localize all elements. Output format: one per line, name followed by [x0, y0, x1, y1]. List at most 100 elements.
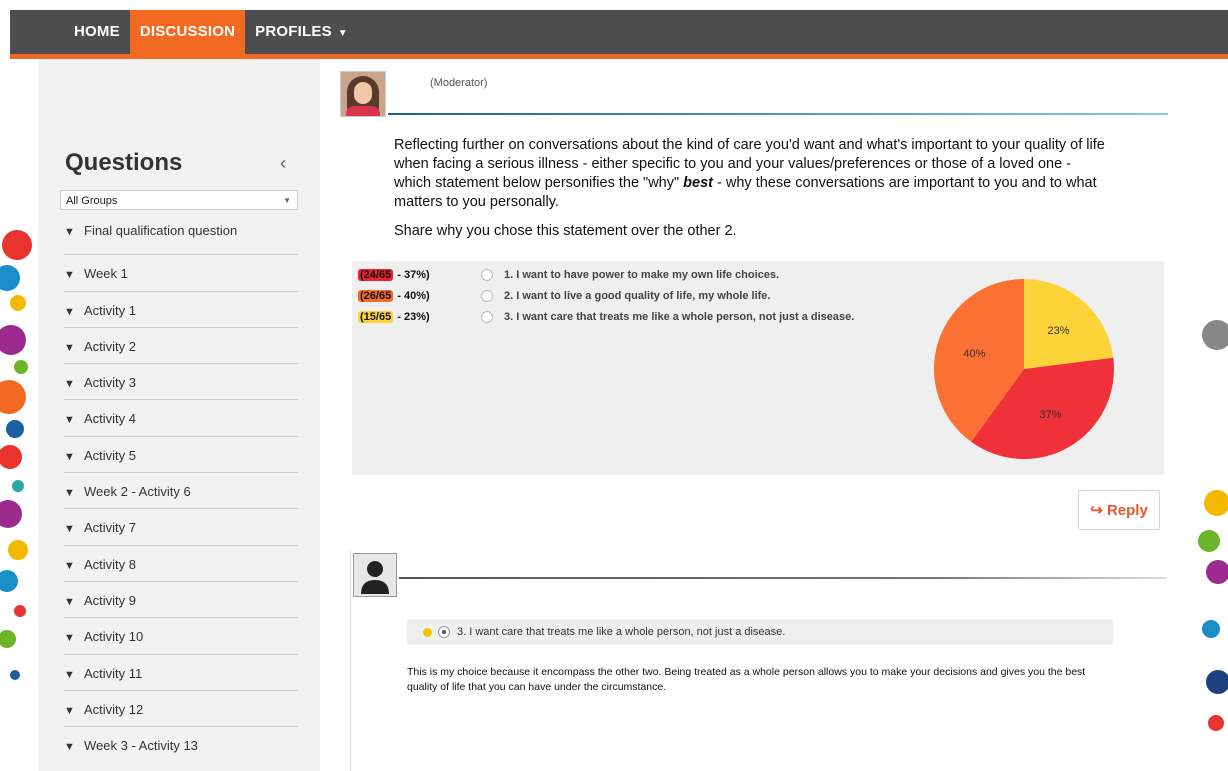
header-divider — [388, 113, 1168, 115]
decor-dot — [0, 570, 18, 592]
nav-discussion[interactable]: DISCUSSION — [129, 10, 246, 54]
question-item[interactable]: ▼ Activity 1 — [64, 292, 298, 328]
poll-radio[interactable] — [481, 290, 493, 302]
chevron-down-icon: ▼ — [64, 226, 75, 238]
decor-dot — [8, 540, 28, 560]
poll-radio[interactable] — [481, 311, 493, 323]
question-item-label: Activity 4 — [84, 411, 137, 427]
chevron-left-icon[interactable]: ‹ — [280, 153, 286, 174]
decor-dot — [0, 630, 16, 648]
question-item[interactable]: ▼ Week 3 - Activity 13 — [64, 727, 298, 763]
pie-slice-label: 23% — [1048, 325, 1070, 337]
decor-dot — [10, 295, 26, 311]
question-item-label: Activity 10 — [84, 629, 144, 645]
nav-home[interactable]: HOME — [64, 10, 130, 54]
chevron-down-icon: ▼ — [64, 305, 75, 318]
poll-option-text: 1. I want to have power to make my own l… — [504, 269, 780, 281]
question-item[interactable]: ▼ Activity 9 — [64, 582, 298, 619]
decor-dot — [0, 325, 26, 355]
poll-percent: - 23%) — [394, 311, 430, 323]
question-item-label: Final qualification question — [84, 223, 238, 238]
question-paragraph: Reflecting further on conversations abou… — [394, 136, 1106, 212]
avatar-face — [354, 82, 372, 104]
poll-results: (24/65 - 37%) 1. I want to have power to… — [352, 261, 1164, 475]
poll-option-count: (24/65 - 37%) — [358, 267, 476, 283]
nav-home-label: HOME — [74, 23, 120, 40]
chevron-down-icon: ▼ — [64, 269, 75, 282]
chevron-down-icon: ▼ — [64, 523, 75, 536]
decor-dot — [0, 380, 26, 414]
nav-profiles-label: PROFILES — [255, 23, 332, 40]
chevron-down-icon: ▼ — [64, 704, 75, 717]
question-text: Reflecting further on conversations abou… — [394, 136, 1106, 251]
question-list: ▼ Final qualification question ▼ Week 1 ▼ A… — [64, 219, 298, 763]
question-item[interactable]: ▼ Activity 12 — [64, 691, 298, 728]
chevron-down-icon: ▼ — [64, 559, 75, 572]
decor-dot — [12, 480, 24, 492]
decor-dot — [1204, 490, 1228, 516]
moderator-post-header: (Moderator) — [340, 71, 1170, 119]
question-item-label: Activity 2 — [84, 338, 137, 354]
chevron-down-icon: ▼ — [64, 450, 75, 463]
user-avatar-icon[interactable] — [353, 553, 397, 597]
reply-selected-choice: 3. I want care that treats me like a who… — [407, 619, 1113, 645]
group-select[interactable]: All Groups ▼ — [60, 190, 298, 210]
question-item[interactable]: ▼ Activity 7 — [64, 509, 298, 546]
main-nav: HOME DISCUSSION PROFILES ▼ — [64, 10, 1228, 54]
question-item[interactable]: ▼ Week 2 - Activity 6 — [64, 473, 298, 510]
question-item[interactable]: ▼ Activity 3 — [64, 364, 298, 401]
group-select-value: All Groups — [66, 195, 118, 207]
chevron-down-icon: ▼ — [64, 341, 75, 354]
reply-body: This is my choice because it encompass t… — [407, 666, 1086, 693]
question-item-label: Activity 1 — [84, 302, 137, 318]
question-item-label: Week 3 - Activity 13 — [84, 738, 198, 754]
decor-dot — [0, 500, 22, 528]
decor-dot — [1202, 320, 1228, 350]
question-followup: Share why you chose this statement over … — [394, 223, 737, 239]
question-item-label: Activity 9 — [84, 592, 137, 608]
question-item-label: Activity 11 — [84, 665, 143, 681]
top-navigation-bar: HOME DISCUSSION PROFILES ▼ — [10, 10, 1228, 59]
poll-option-count: (15/65 - 23%) — [358, 309, 476, 325]
question-item[interactable]: ▼ Activity 10 — [64, 618, 298, 655]
poll-count-pill: (26/65 — [358, 290, 394, 302]
decor-dot — [0, 265, 20, 291]
question-item[interactable]: ▼ Activity 4 — [64, 400, 298, 437]
decor-dot — [2, 230, 32, 260]
chevron-down-icon: ▼ — [64, 741, 75, 754]
discussion-main: (Moderator) Reflecting further on conver… — [320, 59, 1198, 771]
caret-down-icon: ▼ — [337, 28, 348, 39]
question-item[interactable]: ▼ Activity 8 — [64, 546, 298, 582]
chevron-down-icon: ▼ — [64, 632, 75, 645]
poll-percent: - 37%) — [394, 269, 430, 281]
question-item[interactable]: ▼ Activity 2 — [64, 328, 298, 365]
decor-dot — [10, 670, 20, 680]
reply-choice-text: 3. I want care that treats me like a who… — [457, 626, 786, 638]
poll-count-pill: (15/65 — [358, 311, 394, 323]
chevron-down-icon: ▼ — [64, 487, 75, 500]
question-item[interactable]: ▼ Activity 11 — [64, 655, 298, 691]
selected-radio-icon — [438, 626, 450, 638]
chevron-down-icon: ▼ — [64, 668, 75, 681]
chevron-down-icon: ▼ — [64, 378, 75, 391]
decor-dot — [0, 445, 22, 469]
question-item[interactable]: ▼ Final qualification question — [64, 219, 298, 256]
question-item-label: Activity 8 — [84, 556, 137, 572]
pie-slice-label: 40% — [963, 348, 985, 360]
reply-divider — [399, 577, 1167, 579]
question-item[interactable]: ▼ Activity 5 — [64, 437, 298, 474]
decor-dot — [14, 360, 28, 374]
decor-dot — [1206, 560, 1228, 584]
nav-profiles[interactable]: PROFILES ▼ — [245, 10, 358, 54]
poll-radio[interactable] — [481, 269, 493, 281]
caret-down-icon: ▼ — [283, 196, 291, 205]
user-silhouette-icon — [361, 561, 389, 594]
author-role: (Moderator) — [430, 77, 488, 89]
question-item[interactable]: ▼ Week 1 — [64, 255, 298, 292]
reply-arrow-icon: ↪ — [1090, 502, 1103, 519]
moderator-avatar[interactable] — [340, 71, 386, 117]
nav-discussion-label: DISCUSSION — [139, 23, 236, 40]
reply-button[interactable]: ↪ Reply — [1078, 490, 1160, 530]
choice-color-dot — [423, 628, 432, 637]
question-emphasis: best — [683, 175, 713, 191]
